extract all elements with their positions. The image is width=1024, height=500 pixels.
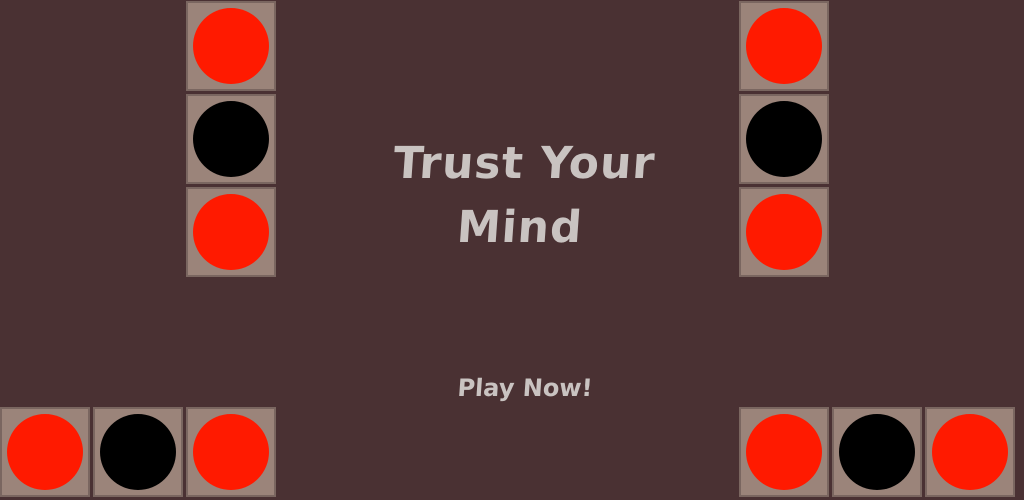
tile-stack-top-right [739, 1, 829, 280]
red-disc [746, 8, 822, 84]
game-tile[interactable] [186, 407, 276, 497]
game-tile[interactable] [739, 1, 829, 91]
game-title-line-2: Mind [455, 202, 585, 253]
game-tile[interactable] [739, 187, 829, 277]
game-title-line-1: Trust Your [391, 138, 657, 189]
game-tile[interactable] [186, 1, 276, 91]
game-tile[interactable] [832, 407, 922, 497]
game-tile[interactable] [0, 407, 90, 497]
game-tile[interactable] [186, 94, 276, 184]
red-disc [932, 414, 1008, 490]
red-disc [746, 414, 822, 490]
red-disc [7, 414, 83, 490]
tile-stack-bottom-right [739, 407, 1018, 497]
black-disc [839, 414, 915, 490]
game-tile[interactable] [93, 407, 183, 497]
game-tile[interactable] [186, 187, 276, 277]
play-now-button[interactable]: Play Now! [419, 368, 632, 408]
tile-stack-top-left [186, 1, 276, 280]
game-start-screen: Trust Your Mind Play Now! [0, 0, 1024, 500]
game-tile[interactable] [925, 407, 1015, 497]
red-disc [193, 414, 269, 490]
game-title: Trust Your Mind [348, 132, 697, 260]
black-disc [193, 101, 269, 177]
red-disc [193, 194, 269, 270]
red-disc [746, 194, 822, 270]
game-tile[interactable] [739, 407, 829, 497]
red-disc [193, 8, 269, 84]
tile-stack-bottom-left [0, 407, 279, 497]
black-disc [746, 101, 822, 177]
game-tile[interactable] [739, 94, 829, 184]
black-disc [100, 414, 176, 490]
